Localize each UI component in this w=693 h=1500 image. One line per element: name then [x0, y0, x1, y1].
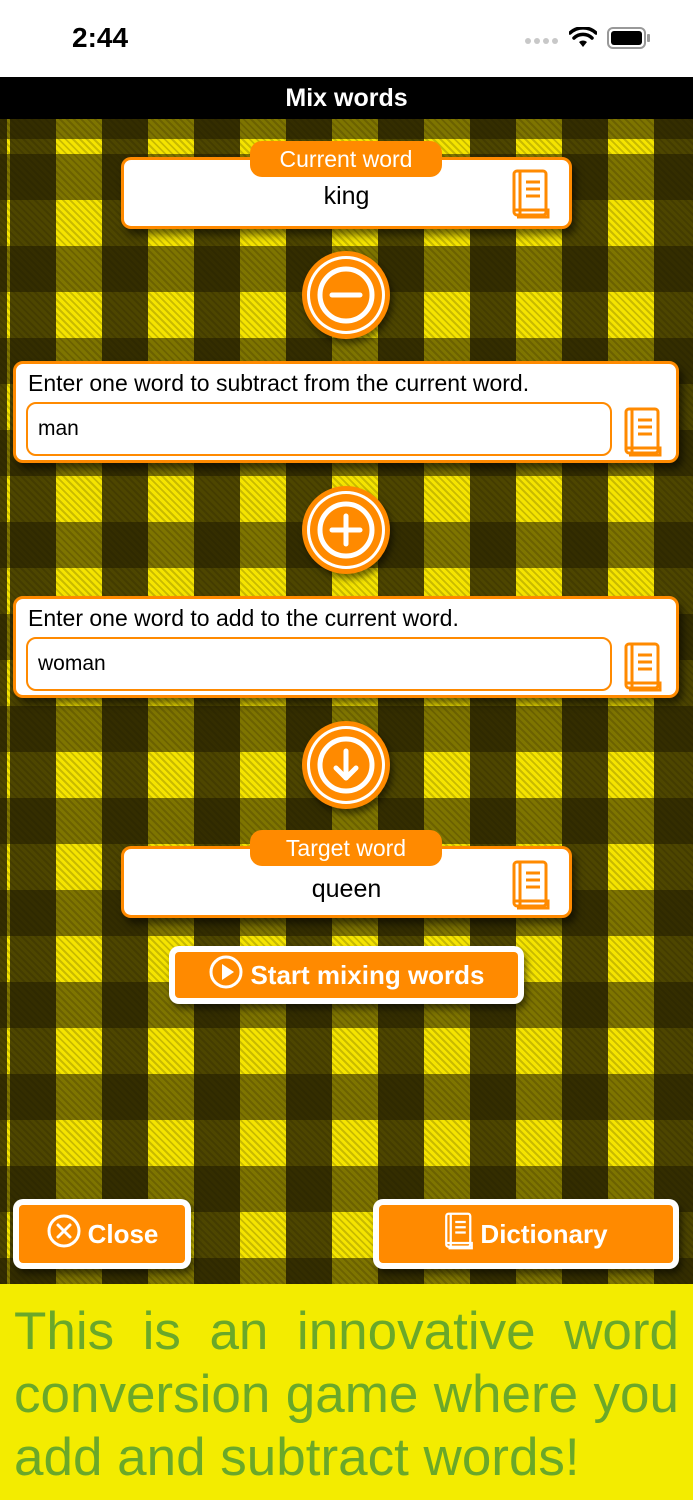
current-word-label: Current word	[250, 141, 442, 177]
close-circle-icon	[46, 1213, 82, 1256]
status-icons	[525, 26, 651, 54]
close-button[interactable]: Close	[13, 1199, 191, 1269]
subtract-prompt: Enter one word to subtract from the curr…	[28, 370, 530, 396]
plus-button[interactable]	[302, 486, 390, 574]
plus-icon	[310, 494, 382, 566]
book-icon[interactable]	[623, 406, 663, 458]
battery-icon	[607, 27, 651, 54]
target-word-value: queen	[311, 875, 382, 903]
page-title: Mix words	[285, 83, 408, 112]
arrow-down-button[interactable]	[302, 721, 390, 809]
cellular-icon	[525, 31, 559, 50]
minus-icon	[310, 259, 382, 331]
start-mixing-button[interactable]: Start mixing words	[169, 946, 524, 1004]
close-label: Close	[87, 1218, 159, 1249]
book-icon[interactable]	[511, 168, 551, 220]
current-word-value: king	[323, 182, 370, 210]
arrow-down-icon	[310, 729, 382, 801]
add-card: Enter one word to add to the current wor…	[13, 596, 679, 698]
footer-banner: This is an innovative word conversion ga…	[0, 1284, 693, 1500]
add-prompt: Enter one word to add to the current wor…	[28, 605, 459, 631]
dictionary-label: Dictionary	[480, 1218, 608, 1249]
book-icon[interactable]	[511, 859, 551, 911]
title-bar: Mix words	[0, 77, 693, 119]
start-mixing-label: Start mixing words	[250, 959, 485, 990]
wifi-icon	[568, 26, 598, 54]
target-word-label: Target word	[250, 830, 442, 866]
subtract-word-input[interactable]	[26, 402, 612, 456]
book-icon	[444, 1211, 474, 1258]
book-icon[interactable]	[623, 641, 663, 693]
play-icon	[208, 954, 244, 997]
dictionary-button[interactable]: Dictionary	[373, 1199, 679, 1269]
status-bar: 2:44	[0, 0, 693, 77]
add-word-input[interactable]	[26, 637, 612, 691]
status-time: 2:44	[72, 22, 129, 53]
subtract-card: Enter one word to subtract from the curr…	[13, 361, 679, 463]
minus-button[interactable]	[302, 251, 390, 339]
footer-text: This is an innovative word conversion ga…	[14, 1302, 679, 1487]
